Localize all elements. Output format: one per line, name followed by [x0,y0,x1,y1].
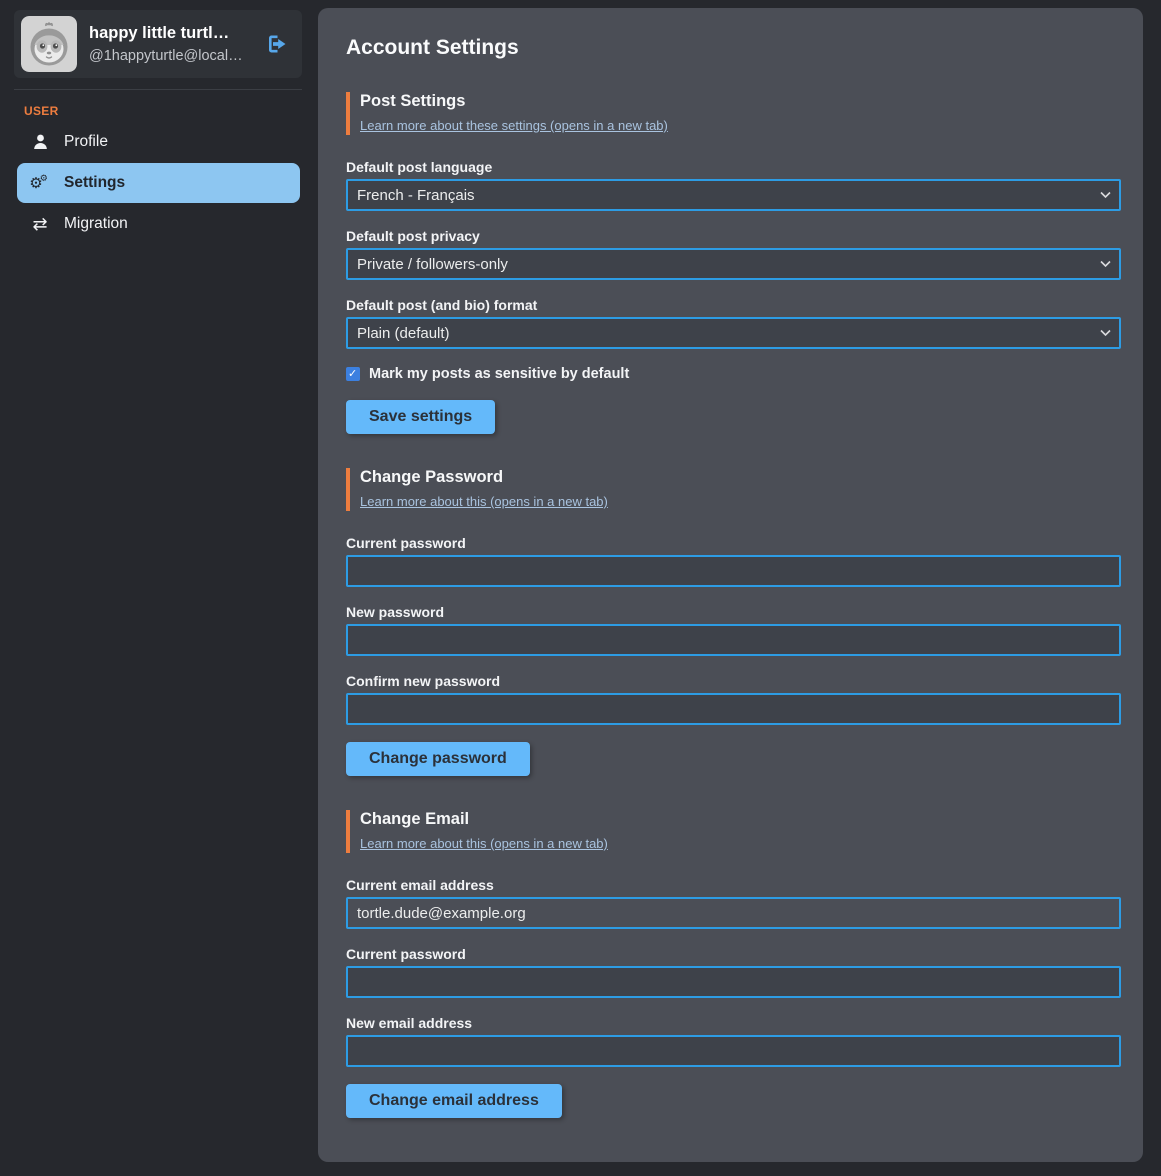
section-heading: Change Email [360,810,1121,829]
change-password-learn-more-link[interactable]: Learn more about this (opens in a new ta… [360,494,608,509]
user-card: happy little turtl… @1happyturtle@local… [14,10,302,78]
change-password-button[interactable]: Change password [346,742,530,776]
field-label: Current password [346,946,1121,962]
change-email-header: Change Email Learn more about this (open… [346,810,1121,853]
field-label: Default post language [346,159,1121,175]
default-post-language-select[interactable]: French - Français [346,179,1121,211]
change-email-learn-more-link[interactable]: Learn more about this (opens in a new ta… [360,836,608,851]
change-password-section: Change Password Learn more about this (o… [346,468,1121,776]
field-label: Default post privacy [346,228,1121,244]
save-settings-button[interactable]: Save settings [346,400,495,434]
user-handle: @1happyturtle@local… [89,48,252,64]
post-settings-header: Post Settings Learn more about these set… [346,92,1121,135]
default-post-format-select[interactable]: Plain (default) [346,317,1121,349]
field-label: Current password [346,535,1121,551]
change-password-header: Change Password Learn more about this (o… [346,468,1121,511]
change-email-section: Change Email Learn more about this (open… [346,810,1121,1118]
user-name: happy little turtl… [89,24,252,43]
checkbox-label: Mark my posts as sensitive by default [369,366,629,382]
field-label: Confirm new password [346,673,1121,689]
account-settings-panel: Account Settings Post Settings Learn mor… [318,8,1143,1162]
new-password-field: New password [346,604,1121,656]
section-heading: Change Password [360,468,1121,487]
avatar [21,16,77,72]
sign-out-icon [265,32,289,56]
sidebar-item-migration[interactable]: ⇄ Migration [17,204,300,244]
default-post-format-field: Default post (and bio) format Plain (def… [346,297,1121,349]
current-email-input[interactable] [346,897,1121,929]
field-label: Current email address [346,877,1121,893]
logout-button[interactable] [264,31,290,57]
section-heading: Post Settings [360,92,1121,111]
page-title: Account Settings [346,36,1121,60]
sidebar-divider [14,89,302,90]
new-password-input[interactable] [346,624,1121,656]
transfer-arrows-icon: ⇄ [30,215,50,233]
gears-icon: ⚙⚙ [30,176,50,191]
current-password-field: Current password [346,535,1121,587]
current-email-field: Current email address [346,877,1121,929]
field-label: Default post (and bio) format [346,297,1121,313]
sidebar-item-label: Profile [64,133,108,151]
sidebar-item-label: Migration [64,215,128,233]
default-post-language-field: Default post language French - Français [346,159,1121,211]
new-email-field: New email address [346,1015,1121,1067]
sensitive-checkbox[interactable] [346,367,360,381]
sensitive-by-default-row: Mark my posts as sensitive by default [346,366,1121,382]
default-post-privacy-field: Default post privacy Private / followers… [346,228,1121,280]
sidebar-item-label: Settings [64,174,125,192]
user-icon [30,134,50,150]
email-current-password-input[interactable] [346,966,1121,998]
sidebar-section-label: USER [24,104,318,118]
confirm-new-password-field: Confirm new password [346,673,1121,725]
new-email-input[interactable] [346,1035,1121,1067]
sidebar-item-profile[interactable]: Profile [17,122,300,162]
user-info: happy little turtl… @1happyturtle@local… [89,24,252,64]
change-email-button[interactable]: Change email address [346,1084,562,1118]
current-password-input[interactable] [346,555,1121,587]
app-window: happy little turtl… @1happyturtle@local…… [0,0,1161,1176]
confirm-new-password-input[interactable] [346,693,1121,725]
settings-sidebar: happy little turtl… @1happyturtle@local…… [0,0,318,1176]
default-post-privacy-select[interactable]: Private / followers-only [346,248,1121,280]
sidebar-item-settings[interactable]: ⚙⚙ Settings [17,163,300,203]
field-label: New password [346,604,1121,620]
post-settings-learn-more-link[interactable]: Learn more about these settings (opens i… [360,118,668,133]
post-settings-section: Post Settings Learn more about these set… [346,92,1121,434]
field-label: New email address [346,1015,1121,1031]
email-current-password-field: Current password [346,946,1121,998]
